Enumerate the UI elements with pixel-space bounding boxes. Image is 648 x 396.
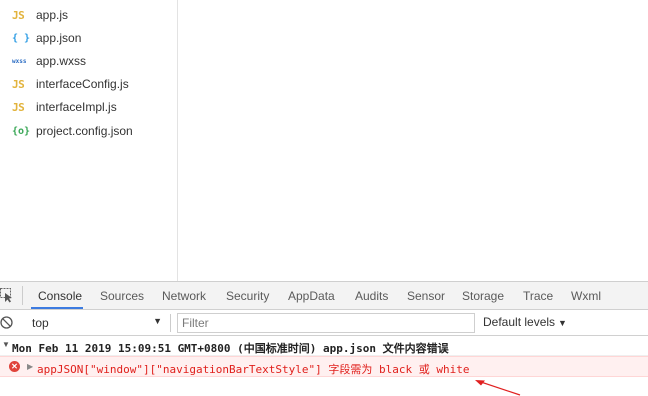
console-toolbar: top ▼ Default levels▼	[0, 310, 648, 336]
tab-storage[interactable]: Storage	[462, 282, 504, 310]
inspect-element-icon[interactable]	[0, 287, 14, 303]
wxss-file-icon: wxss	[12, 57, 27, 65]
file-item-interfaceimpl-js[interactable]: JS interfaceImpl.js	[12, 96, 117, 118]
group-expanded-icon[interactable]: ▼	[2, 340, 10, 349]
js-file-icon: JS	[12, 100, 25, 114]
tab-sensor[interactable]: Sensor	[407, 282, 445, 310]
file-label: app.wxss	[36, 54, 87, 68]
error-icon: ✕	[9, 361, 20, 372]
dropdown-arrow-icon: ▼	[153, 316, 162, 326]
devtools-tabbar: Console Sources Network Security AppData…	[0, 281, 648, 310]
log-levels-dropdown[interactable]: Default levels ▼	[483, 315, 567, 329]
annotation-arrow-icon	[475, 380, 521, 396]
tab-network[interactable]: Network	[162, 282, 206, 310]
js-file-icon: JS	[12, 77, 25, 91]
js-file-icon: JS	[12, 8, 25, 22]
config-file-icon: {o}	[12, 125, 31, 137]
filter-input[interactable]	[177, 313, 475, 333]
log-message: Mon Feb 11 2019 15:09:51 GMT+0800 (中国标准时…	[12, 342, 449, 355]
context-value: top	[32, 316, 49, 330]
expand-arrow-icon[interactable]: ▶	[27, 362, 33, 371]
file-tree-panel: JS app.js { } app.json wxss app.wxss JS …	[0, 0, 178, 281]
json-file-icon: { }	[12, 32, 31, 44]
console-log-row[interactable]: ▼ Mon Feb 11 2019 15:09:51 GMT+0800 (中国标…	[0, 336, 648, 356]
context-select[interactable]: top ▼	[26, 313, 166, 333]
file-item-project-config-json[interactable]: {o} project.config.json	[12, 120, 133, 142]
dropdown-arrow-icon: ▼	[558, 318, 567, 328]
log-levels-label: Default levels	[483, 315, 556, 329]
tab-sources[interactable]: Sources	[100, 282, 144, 310]
tabbar-separator	[22, 286, 23, 305]
tab-security[interactable]: Security	[226, 282, 269, 310]
clear-console-icon[interactable]	[0, 316, 13, 329]
editor-area	[179, 0, 648, 281]
file-label: interfaceConfig.js	[36, 77, 129, 91]
console-error-row[interactable]: ✕ ▶ appJSON["window"]["navigationBarText…	[0, 356, 648, 377]
tab-audits[interactable]: Audits	[355, 282, 388, 310]
file-item-interfaceconfig-js[interactable]: JS interfaceConfig.js	[12, 73, 129, 95]
tab-console[interactable]: Console	[38, 282, 82, 310]
console-prompt[interactable]	[0, 378, 648, 396]
file-label: interfaceImpl.js	[36, 100, 117, 114]
tab-trace[interactable]: Trace	[523, 282, 553, 310]
tab-appdata[interactable]: AppData	[288, 282, 335, 310]
file-label: project.config.json	[36, 124, 133, 138]
active-tab-indicator	[31, 307, 83, 309]
file-label: app.js	[36, 8, 69, 22]
toolbar-separator	[170, 314, 171, 332]
file-item-app-json[interactable]: { } app.json	[12, 27, 81, 49]
tab-wxml[interactable]: Wxml	[571, 282, 601, 310]
file-item-app-js[interactable]: JS app.js	[12, 4, 68, 26]
file-label: app.json	[36, 31, 82, 45]
console-output: ▼ Mon Feb 11 2019 15:09:51 GMT+0800 (中国标…	[0, 336, 648, 396]
file-item-app-wxss[interactable]: wxss app.wxss	[12, 50, 86, 72]
error-message: appJSON["window"]["navigationBarTextStyl…	[37, 363, 470, 376]
